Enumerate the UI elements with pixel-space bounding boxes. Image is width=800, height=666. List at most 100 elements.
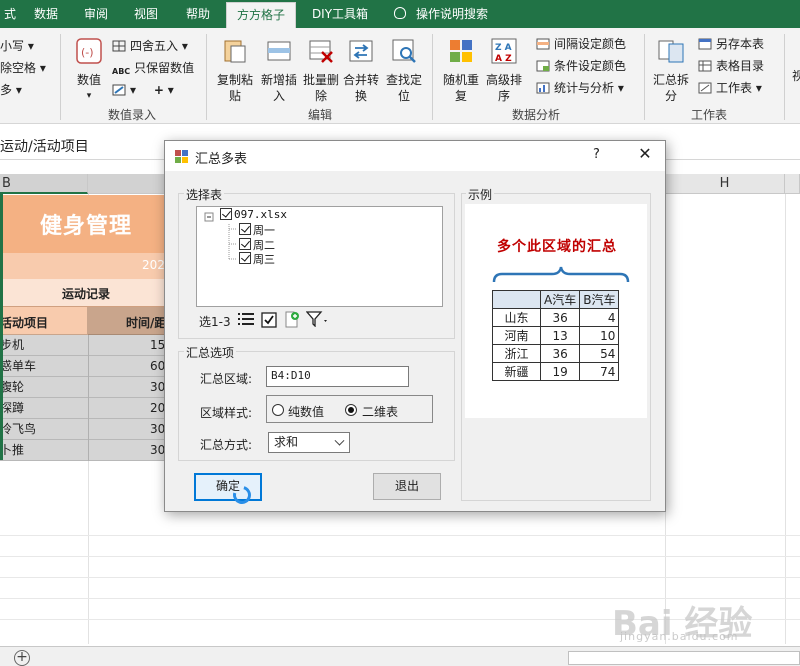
- copy-paste-button[interactable]: 复制粘贴: [214, 36, 256, 104]
- tab-view[interactable]: 视图: [126, 0, 166, 28]
- add-sheet-icon[interactable]: +: [14, 650, 30, 666]
- row-item: 卜推: [0, 443, 25, 457]
- sheet-checkbox-3[interactable]: [239, 252, 251, 264]
- close-button[interactable]: ✕: [635, 144, 655, 163]
- radio-plain-values[interactable]: [272, 404, 284, 416]
- tab-formulas-partial[interactable]: 式: [0, 0, 20, 28]
- column-header-h[interactable]: H: [665, 174, 785, 194]
- group-separator: [206, 34, 207, 120]
- numeric-button[interactable]: (-) 数值 ▾: [70, 36, 108, 104]
- row-item: 冷飞鸟: [0, 422, 37, 436]
- radio-plain-values-label: 纯数值: [288, 405, 325, 419]
- summary-split-button[interactable]: 汇总拆分: [650, 36, 692, 104]
- group-separator: [644, 34, 645, 120]
- file-checkbox[interactable]: [220, 208, 232, 220]
- search-help-label: 操作说明搜索: [416, 7, 489, 21]
- tab-diy-toolbox[interactable]: DIY工具箱: [304, 0, 376, 28]
- gridline: [0, 556, 800, 557]
- baidu-watermark-url: jingyan.baidu.com: [620, 630, 739, 643]
- tab-data[interactable]: 数据: [28, 0, 64, 28]
- example-legend: 示例: [466, 186, 495, 203]
- formula-text: 运动/活动项目: [0, 139, 89, 155]
- value-more-button[interactable]: ▾ + ▾: [112, 80, 174, 100]
- horizontal-scrollbar[interactable]: [568, 651, 800, 665]
- table-row[interactable]: [0, 335, 165, 356]
- save-sheet-button[interactable]: 另存本表: [698, 34, 764, 54]
- add-file-icon[interactable]: [284, 311, 300, 328]
- tab-help[interactable]: 帮助: [176, 0, 220, 28]
- interval-color-button[interactable]: 间隔设定颜色: [536, 34, 626, 54]
- condition-grid-icon: [536, 60, 550, 72]
- table-row: 浙江 36 54: [492, 344, 620, 363]
- filter-icon[interactable]: [306, 311, 330, 327]
- example-col-a: A汽车: [539, 290, 581, 309]
- batch-delete-label: 批量删: [302, 73, 339, 87]
- summary-split-label-2: 分: [664, 89, 677, 103]
- column-header-c[interactable]: [88, 174, 165, 194]
- insert-rows-icon: [267, 41, 291, 61]
- method-select[interactable]: 求和: [268, 432, 350, 453]
- random-repeat-label: 随机重: [442, 73, 479, 87]
- find-locate-button[interactable]: 查找定位: [382, 36, 426, 104]
- summary-options-legend: 汇总选项: [184, 344, 237, 361]
- ribbon: 小写 ▾ 除空格 ▾ 多 ▾ (-) 数值 ▾ 四舍五入 ▾ ABC 只保留数值 …: [0, 28, 800, 124]
- table-row: 山东 36 4: [492, 308, 620, 327]
- group-separator: [432, 34, 433, 120]
- example-row-b: 54: [579, 344, 620, 363]
- striped-grid-icon: [536, 38, 550, 50]
- ok-button[interactable]: 确定: [194, 473, 262, 501]
- example-col-b: B汽车: [579, 290, 620, 309]
- check-all-icon[interactable]: [261, 312, 277, 328]
- table-row[interactable]: [0, 440, 165, 461]
- dialog-title-bar[interactable]: 汇总多表 ? ✕: [165, 141, 665, 171]
- paste-icon: [224, 40, 246, 63]
- random-repeat-button[interactable]: 随机重复: [440, 36, 482, 104]
- round-button[interactable]: 四舍五入 ▾: [112, 36, 188, 56]
- worksheet-button[interactable]: 工作表 ▾: [698, 78, 762, 98]
- lowercase-button[interactable]: 小写 ▾: [0, 36, 34, 56]
- row-value: 30: [150, 380, 166, 394]
- row-value: 15: [150, 338, 166, 352]
- table-row[interactable]: [0, 377, 165, 398]
- advanced-sort-button[interactable]: Z AA Z 高级排序: [482, 36, 526, 104]
- interval-color-label: 间隔设定颜色: [554, 37, 627, 51]
- tab-review[interactable]: 审阅: [76, 0, 116, 28]
- svg-text:Z A: Z A: [495, 43, 512, 53]
- tab-search-help[interactable]: 操作说明搜索: [394, 0, 500, 28]
- batch-delete-button[interactable]: 批量删除: [300, 36, 342, 104]
- selection-count[interactable]: 选1-3: [199, 313, 231, 330]
- list-icon[interactable]: [238, 312, 254, 327]
- selection-border: [0, 194, 3, 460]
- condition-color-button[interactable]: 条件设定颜色: [536, 56, 626, 76]
- keep-numbers-button[interactable]: ABC 只保留数值: [112, 58, 194, 78]
- method-value: 求和: [274, 435, 299, 449]
- dialog-title: 汇总多表: [195, 152, 248, 167]
- table-row: 河南 13 10: [492, 326, 620, 345]
- magnifier-icon: [392, 39, 416, 63]
- sheet-checkbox-1[interactable]: [239, 223, 251, 235]
- radio-2d-table[interactable]: [345, 404, 357, 416]
- group-label-value-input: 数值录入: [107, 108, 156, 122]
- merge-convert-button[interactable]: 合并转换: [340, 36, 382, 104]
- ribbon-tab-bar: 式 数据 审阅 视图 帮助 方方格子 DIY工具箱 操作说明搜索: [0, 0, 800, 28]
- trim-spaces-button[interactable]: 除空格 ▾: [0, 58, 46, 78]
- column-header-i[interactable]: [785, 174, 800, 194]
- more-button[interactable]: 多 ▾: [0, 80, 22, 100]
- save-sheet-icon: [698, 38, 712, 50]
- year-text: 202: [142, 258, 165, 272]
- view-overflow-button[interactable]: 视: [792, 66, 800, 86]
- sheet-checkbox-2[interactable]: [239, 238, 251, 250]
- help-button[interactable]: ?: [593, 147, 600, 162]
- gridline: [0, 577, 800, 578]
- year-cell[interactable]: [0, 253, 165, 279]
- statistics-button[interactable]: 统计与分析 ▾: [536, 78, 624, 98]
- exit-button[interactable]: 退出: [373, 473, 441, 500]
- tab-fangfang-gezi[interactable]: 方方格子: [226, 2, 296, 28]
- table-index-button[interactable]: 表格目录: [698, 56, 764, 76]
- insert-button[interactable]: 新增插入: [258, 36, 300, 104]
- lowercase-label: 小写: [0, 39, 25, 53]
- range-input[interactable]: B4:D10: [266, 366, 409, 387]
- table-row[interactable]: [0, 398, 165, 419]
- example-row-a: 36: [539, 308, 581, 327]
- column-header-b[interactable]: B: [0, 174, 88, 194]
